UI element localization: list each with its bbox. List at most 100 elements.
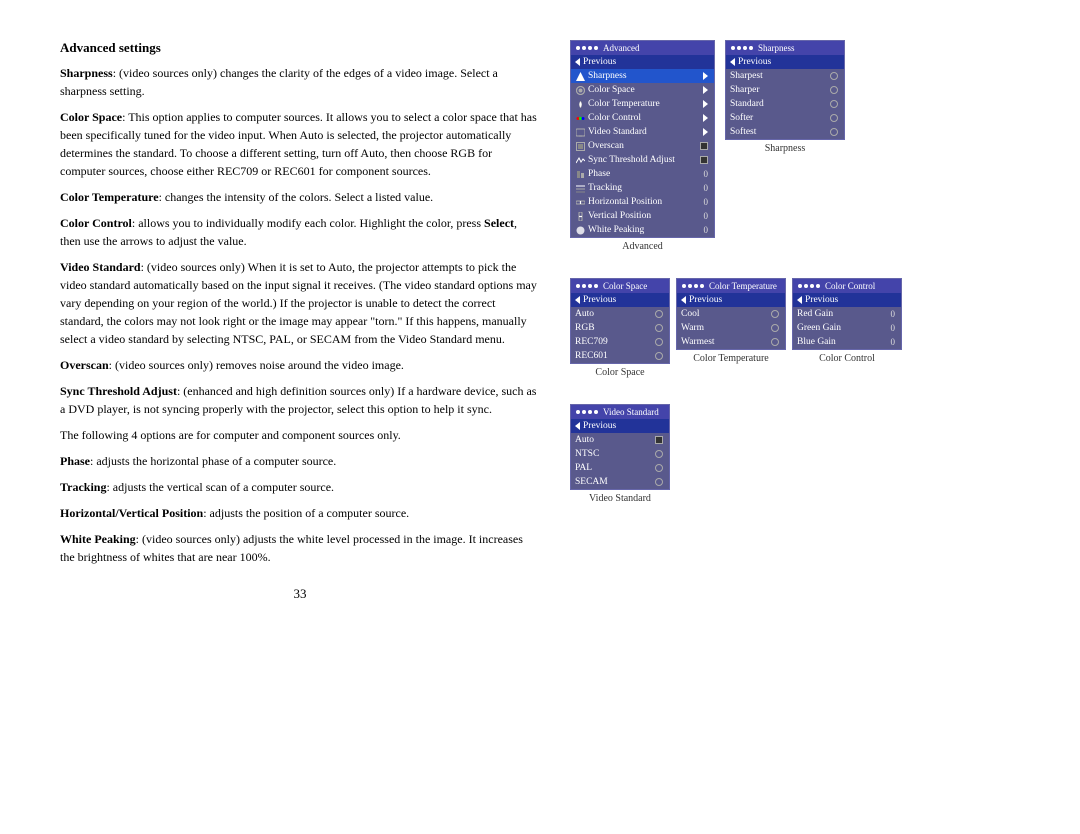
advanced-title-bar: Advanced [571,41,714,55]
colorspace-auto-row: Auto [571,307,669,321]
advanced-title-label: Advanced [603,43,639,53]
auto-radio [655,310,663,318]
sharpness-icon [575,71,585,81]
warm-radio [771,324,779,332]
rgb-radio [655,324,663,332]
para-video-standard: Video Standard: (video sources only) Whe… [60,258,540,348]
colortemp-warmest-row: Warmest [677,335,785,349]
submenu-arrow-icon [703,86,708,94]
videostandard-auto-row: Auto [571,433,669,447]
advanced-colortemp-row: Color Temperature [571,97,714,111]
colorspace-prev-row: Previous [571,293,669,307]
sync-icon [575,155,585,165]
submenu-arrow-icon [703,72,708,80]
sharpness-title-label: Sharpness [758,43,795,53]
colorcontrol-menu-wrap: Color Control Previous Red Gain 0 [792,278,902,364]
advanced-videostandard-row: Video Standard [571,125,714,139]
dots [576,46,598,50]
phase-icon [575,169,585,179]
colorcontrol-redgain-row: Red Gain 0 [793,307,901,321]
tracking-icon [575,183,585,193]
colortemp-cool-row: Cool [677,307,785,321]
colorspace-title-label: Color Space [603,281,647,291]
colorspace-rgb-row: RGB [571,321,669,335]
advanced-phase-row: Phase 0 [571,167,714,181]
page: Advanced settings Sharpness: (video sour… [0,0,1080,834]
softer-radio [830,114,838,122]
videostandard-icon [575,127,585,137]
prev-arrow-icon [575,422,580,430]
vpos-icon [575,211,585,221]
overscan-checkbox [700,142,708,150]
colorcontrol-menu: Color Control Previous Red Gain 0 [792,278,902,350]
para-tracking: Tracking: adjusts the vertical scan of a… [60,478,540,496]
para-4options: The following 4 options are for computer… [60,426,540,444]
videostandard-title-label: Video Standard [603,407,659,417]
sharpness-menu-wrap: Sharpness Previous Sharpest Sharper [725,40,845,154]
rec601-radio [655,352,663,360]
advanced-menu-wrap: Advanced Previous [570,40,715,252]
advanced-sync-row: Sync Threshold Adjust [571,153,714,167]
secam-radio [655,478,663,486]
para-hvposition: Horizontal/Vertical Position: adjusts th… [60,504,540,522]
left-column: Advanced settings Sharpness: (video sour… [60,40,540,794]
advanced-colorspace-row: Color Space [571,83,714,97]
colorspace-menu-label: Color Space [595,367,644,378]
advanced-menu: Advanced Previous [570,40,715,238]
advanced-prev-row: Previous [571,55,714,69]
advanced-colorcontrol-row: Color Control [571,111,714,125]
videostandard-prev-row: Previous [571,419,669,433]
advanced-tracking-row: Tracking 0 [571,181,714,195]
submenu-arrow-icon [703,128,708,136]
para-color-temp: Color Temperature: changes the intensity… [60,188,540,206]
videostandard-menu-wrap: Video Standard Previous Auto [570,404,670,504]
sharpness-softer-row: Softer [726,111,844,125]
whitepeaking-icon [575,225,585,235]
colortemp-warm-row: Warm [677,321,785,335]
videostandard-menu: Video Standard Previous Auto [570,404,670,490]
cool-radio [771,310,779,318]
videostandard-secam-row: SECAM [571,475,669,489]
colorspace-icon [575,85,585,95]
sharpest-radio [830,72,838,80]
videostandard-title-bar: Video Standard [571,405,669,419]
colorcontrol-menu-label: Color Control [819,353,875,364]
softest-radio [830,128,838,136]
submenu-arrow-icon [703,100,708,108]
ntsc-radio [655,450,663,458]
colorspace-rec709-row: REC709 [571,335,669,349]
para-white-peaking: White Peaking: (video sources only) adju… [60,530,540,566]
pal-radio [655,464,663,472]
advanced-menu-label: Advanced [622,241,663,252]
para-phase: Phase: adjusts the horizontal phase of a… [60,452,540,470]
standard-radio [830,100,838,108]
advanced-whitepeaking-row: White Peaking 0 [571,223,714,237]
videostandard-menu-label: Video Standard [589,493,651,504]
advanced-hpos-row: Horizontal Position 0 [571,195,714,209]
colortemp-title-label: Color Temperature [709,281,777,291]
para-color-space: Color Space: This option applies to comp… [60,108,540,180]
prev-arrow-icon [797,296,802,304]
sync-checkbox [700,156,708,164]
warmest-radio [771,338,779,346]
prev-arrow-icon [681,296,686,304]
sharpness-prev-row: Previous [726,55,844,69]
advanced-overscan-row: Overscan [571,139,714,153]
videostandard-pal-row: PAL [571,461,669,475]
colorcontrol-title-label: Color Control [825,281,875,291]
para-overscan: Overscan: (video sources only) removes n… [60,356,540,374]
overscan-icon [575,141,585,151]
para-sync: Sync Threshold Adjust: (enhanced and hig… [60,382,540,418]
page-number: 33 [60,586,540,602]
dots [731,46,753,50]
sharpness-sharper-row: Sharper [726,83,844,97]
colorspace-rec601-row: REC601 [571,349,669,363]
colortemp-prev-row: Previous [677,293,785,307]
auto-checkbox [655,436,663,444]
videostandard-ntsc-row: NTSC [571,447,669,461]
colortemp-menu: Color Temperature Previous Cool [676,278,786,350]
sharpness-title-bar: Sharpness [726,41,844,55]
colorcontrol-bluegain-row: Blue Gain 0 [793,335,901,349]
sharpness-menu-label: Sharpness [765,143,806,154]
advanced-vpos-row: Vertical Position 0 [571,209,714,223]
